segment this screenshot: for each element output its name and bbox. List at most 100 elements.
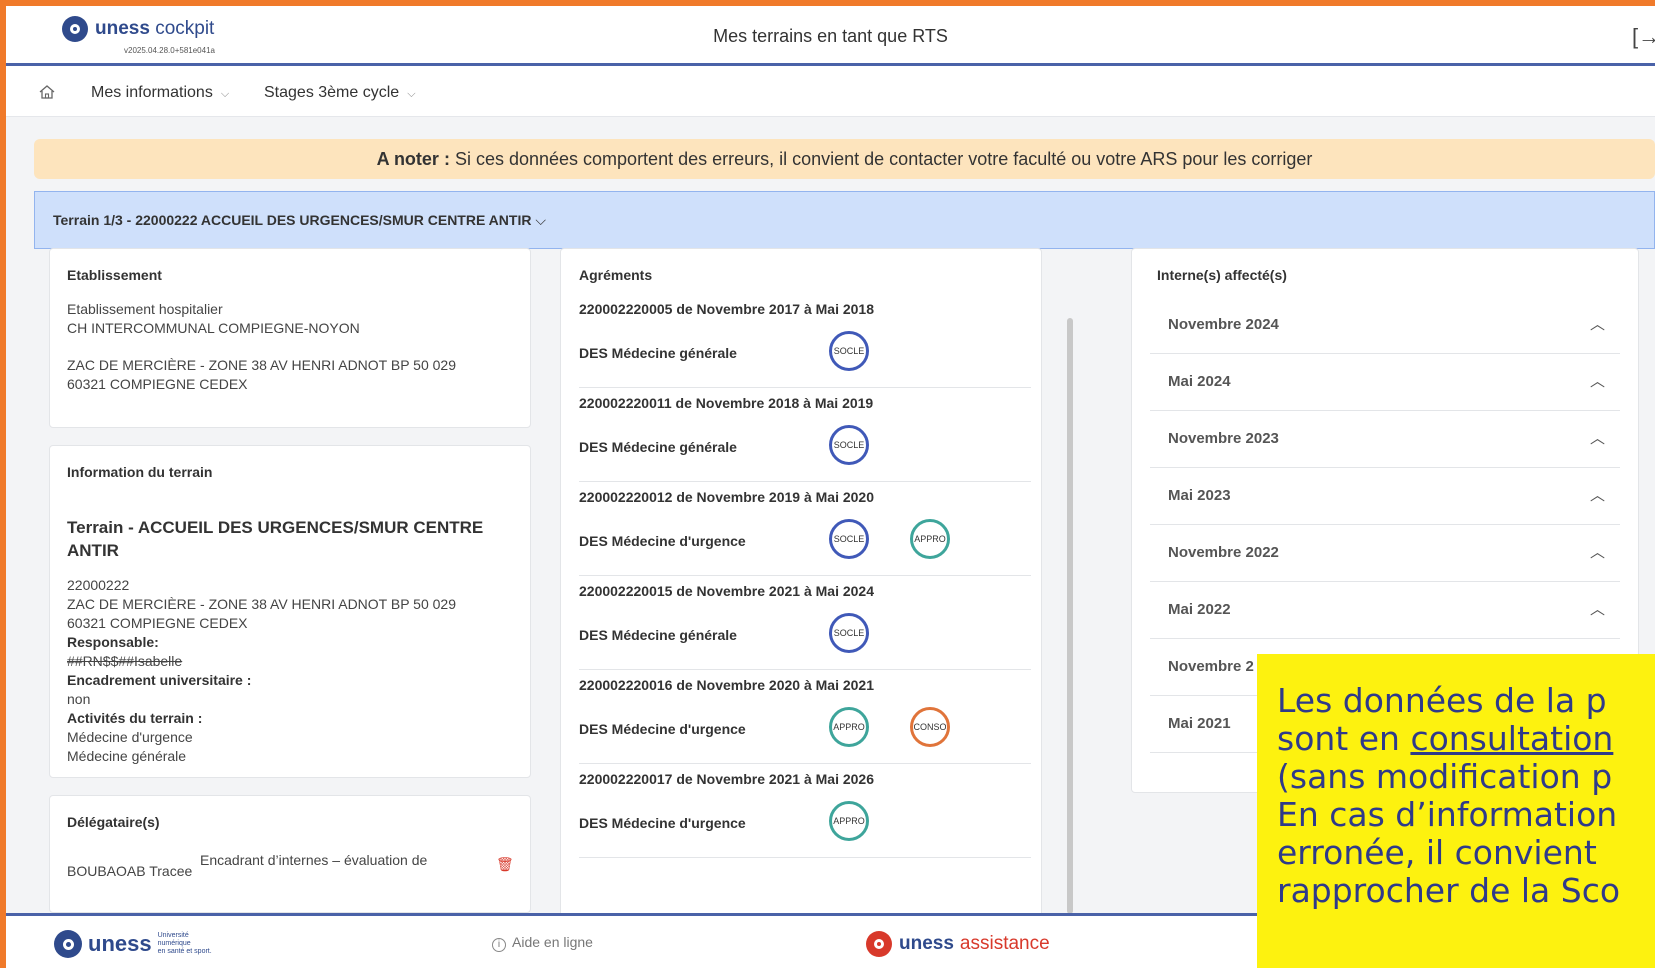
etablissement-type: Etablissement hospitalier: [67, 301, 223, 317]
nav-label: Stages 3ème cycle: [264, 84, 400, 101]
notice-banner: A noter : Si ces données comportent des …: [34, 139, 1655, 179]
notice-prefix: A noter :: [376, 149, 450, 169]
activite-item: Médecine générale: [67, 748, 187, 764]
overlay-line: rapprocher de la Sco: [1277, 871, 1621, 910]
footer-sub-line: en santé et sport.: [157, 948, 212, 955]
chevron-up-icon: ︿: [1590, 430, 1606, 447]
agrements-heading: Agréments: [579, 267, 653, 283]
period-label: Mai 2021: [1168, 715, 1231, 732]
nav-label: Mes informations: [91, 84, 213, 101]
period-row[interactable]: Novembre 2022 ︿: [1150, 525, 1620, 582]
conso-badge: CONSO: [910, 707, 950, 747]
footer-logo[interactable]: uness Université numérique en santé et s…: [54, 930, 212, 958]
terrain-title: Terrain 1/3 - 22000222 ACCUEIL DES URGEN…: [53, 212, 546, 229]
divider: [579, 763, 1031, 764]
delegataires-card: Délégataire(s) BOUBAOAB Tracee Encadrant…: [49, 795, 531, 913]
agrement-des: DES Médecine d'urgence: [579, 533, 746, 549]
agrement-header: 220002220016 de Novembre 2020 à Mai 2021: [579, 677, 874, 693]
overlay-line: Les données de la p: [1277, 681, 1607, 720]
nav-stages-3eme-cycle[interactable]: Stages 3ème cycle ⌵: [264, 84, 416, 102]
agrement-header: 220002220011 de Novembre 2018 à Mai 2019: [579, 395, 874, 411]
responsable-value: ##RN$$##Isabelle: [67, 653, 183, 669]
delete-icon[interactable]: 🗑: [496, 856, 514, 873]
footer-sub-line: Université: [157, 932, 189, 939]
period-row[interactable]: Mai 2022 ︿: [1150, 582, 1620, 639]
agrement-des: DES Médecine d'urgence: [579, 721, 746, 737]
version-label: v2025.04.28.0+581e041a: [124, 46, 215, 55]
activites-label: Activités du terrain :: [67, 710, 203, 726]
agrement-des: DES Médecine générale: [579, 345, 737, 361]
chevron-up-icon: ︿: [1590, 601, 1606, 618]
activite-item: Médecine d'urgence: [67, 729, 193, 745]
terrain-code: 22000222: [67, 577, 130, 593]
nav-mes-informations[interactable]: Mes informations ⌵: [91, 84, 229, 102]
agrement-header: 220002220012 de Novembre 2019 à Mai 2020: [579, 489, 874, 505]
encadrement-label: Encadrement universitaire :: [67, 672, 252, 688]
agrement-item: 220002220015 de Novembre 2021 à Mai 2024…: [579, 583, 1031, 673]
chevron-down-icon: ⌵: [407, 88, 416, 100]
terrain-address1: ZAC DE MERCIÈRE - ZONE 38 AV HENRI ADNOT…: [67, 596, 457, 612]
uness-assistance-link[interactable]: uness assistance: [866, 931, 1050, 957]
divider: [579, 857, 1031, 858]
overlay-line: erronée, il convient: [1277, 833, 1597, 872]
period-label: Mai 2022: [1168, 601, 1231, 618]
etablissement-heading: Etablissement: [67, 267, 162, 283]
terrain-info-title: Terrain - ACCUEIL DES URGENCES/SMUR CENT…: [67, 518, 484, 560]
chevron-down-icon: ⌵: [535, 212, 546, 228]
socle-badge: SOCLE: [829, 613, 869, 653]
footer-sub-line: numérique: [157, 940, 191, 947]
agrement-des: DES Médecine générale: [579, 439, 737, 455]
agrement-item: 220002220016 de Novembre 2020 à Mai 2021…: [579, 677, 1031, 767]
period-label: Novembre 2023: [1168, 430, 1279, 447]
terrain-info-details: 22000222 ZAC DE MERCIÈRE - ZONE 38 AV HE…: [67, 576, 456, 766]
socle-badge: SOCLE: [829, 331, 869, 371]
top-bar: uness cockpit v2025.04.28.0+581e041a Mes…: [6, 6, 1655, 66]
chevron-up-icon: ︿: [1590, 316, 1606, 333]
period-row[interactable]: Novembre 2024 ︿: [1150, 297, 1620, 354]
period-row[interactable]: Mai 2023 ︿: [1150, 468, 1620, 525]
overlay-text: sont en: [1277, 719, 1411, 758]
help-label: Aide en ligne: [512, 934, 593, 950]
agrement-header: 220002220017 de Novembre 2021 à Mai 2026: [579, 771, 874, 787]
terrain-accordion-header[interactable]: Terrain 1/3 - 22000222 ACCUEIL DES URGEN…: [34, 191, 1655, 249]
home-icon[interactable]: [38, 83, 56, 101]
help-link[interactable]: i Aide en ligne: [492, 934, 593, 952]
period-row[interactable]: Novembre 2023 ︿: [1150, 411, 1620, 468]
agrement-item: 220002220017 de Novembre 2021 à Mai 2026…: [579, 771, 1031, 861]
agrement-item: 220002220012 de Novembre 2019 à Mai 2020…: [579, 489, 1031, 579]
overlay-line: En cas d’information: [1277, 795, 1618, 834]
delegataires-heading: Délégataire(s): [67, 814, 160, 830]
appro-badge: APPRO: [910, 519, 950, 559]
delegataire-name: BOUBAOAB Tracee: [67, 863, 193, 879]
delegataire-role: Encadrant d’internes – évaluation de: [200, 852, 428, 868]
footer-logo-text: uness: [88, 931, 152, 956]
divider: [579, 481, 1031, 482]
internes-heading: Interne(s) affecté(s): [1157, 267, 1287, 283]
notice-text: Si ces données comportent des erreurs, i…: [454, 149, 1313, 169]
agrements-scrollbar[interactable]: [1067, 318, 1073, 914]
logout-icon[interactable]: [→: [1632, 24, 1655, 50]
etablissement-info: Etablissement hospitalier CH INTERCOMMUN…: [67, 300, 456, 394]
etablissement-card: Etablissement Etablissement hospitalier …: [49, 248, 531, 428]
assistance-logo-icon: [866, 931, 892, 957]
divider: [579, 575, 1031, 576]
etablissement-address1: ZAC DE MERCIÈRE - ZONE 38 AV HENRI ADNOT…: [67, 357, 457, 373]
agrement-des: DES Médecine d'urgence: [579, 815, 746, 831]
overlay-line: (sans modification p: [1277, 757, 1613, 796]
chevron-up-icon: ︿: [1590, 544, 1606, 561]
assistance-light: assistance: [959, 933, 1050, 954]
overlay-underlined: consultation: [1410, 719, 1614, 758]
chevron-up-icon: ︿: [1590, 373, 1606, 390]
period-label: Novembre 2022: [1168, 544, 1279, 561]
divider: [579, 669, 1031, 670]
chevron-down-icon: ⌵: [220, 88, 230, 100]
terrain-title-text: Terrain 1/3 - 22000222 ACCUEIL DES URGEN…: [53, 212, 532, 228]
terrain-address2: 60321 COMPIEGNE CEDEX: [67, 615, 248, 631]
period-row[interactable]: Mai 2024 ︿: [1150, 354, 1620, 411]
agrement-item: 220002220005 de Novembre 2017 à Mai 2018…: [579, 301, 1031, 391]
responsable-label: Responsable:: [67, 634, 159, 650]
socle-badge: SOCLE: [829, 425, 869, 465]
annotation-overlay: Les données de la p sont en consultation…: [1257, 654, 1655, 968]
terrain-info-heading: Information du terrain: [67, 464, 213, 480]
overlay-line: sont en consultation: [1277, 720, 1655, 758]
